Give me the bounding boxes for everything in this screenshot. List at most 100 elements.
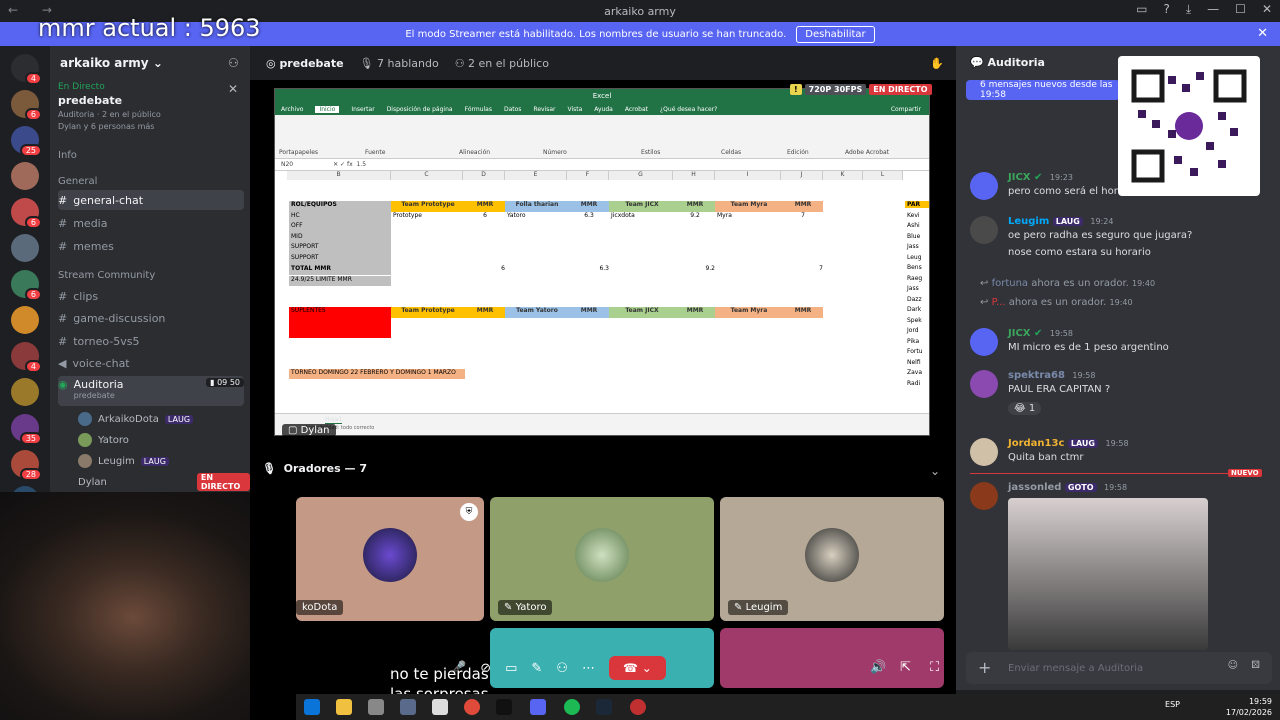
language-indicator[interactable]: ESP <box>1165 700 1180 709</box>
close-banner-icon[interactable]: ✕ <box>1257 26 1268 41</box>
speaker-tile[interactable] <box>720 628 944 688</box>
member-arkaikodota[interactable]: ArkaikoDota LAUG <box>78 410 194 428</box>
steam-icon[interactable] <box>596 699 612 715</box>
member-yatoro[interactable]: Yatoro <box>78 431 129 449</box>
app-icon[interactable] <box>400 699 416 715</box>
server-icon[interactable] <box>11 162 39 190</box>
channel-game-discussion[interactable]: # game-discussion <box>58 308 244 328</box>
cell: MMR <box>781 201 823 212</box>
cell: TORNEO DOMINGO 22 FEBRERO Y DOMINGO 1 MA… <box>289 369 465 379</box>
category-general[interactable]: General <box>58 176 97 187</box>
activity-icon[interactable]: ⚇ <box>556 661 568 676</box>
cell: PAR <box>905 201 929 208</box>
app-icon[interactable] <box>368 699 384 715</box>
speaker-tile[interactable]: ✎ Leugim <box>720 497 944 621</box>
popout-icon[interactable]: ⇱ <box>900 660 911 675</box>
edge-icon[interactable] <box>304 699 320 715</box>
speakers-header[interactable]: 🎙 Oradores — 7 <box>262 462 367 475</box>
category-info[interactable]: Info <box>58 150 77 161</box>
category-stream[interactable]: Stream Community <box>58 270 155 281</box>
screen-share-icon[interactable]: ▭ <box>505 661 517 676</box>
speaker-tile[interactable]: ⛨ koDota <box>296 497 484 621</box>
channel-memes[interactable]: # memes <box>58 236 244 256</box>
voice-status: En Directo <box>58 82 105 92</box>
inbox-icon[interactable]: ▭ <box>1136 2 1147 17</box>
windows-taskbar: ESP 19:59 17/02/2026 <box>296 694 1280 720</box>
cell: Yatoro <box>507 212 526 219</box>
server-icon[interactable] <box>11 378 39 406</box>
cell: Myra <box>717 212 732 219</box>
member-leugim[interactable]: Leugim LAUG <box>78 452 169 470</box>
voice-channel-name[interactable]: predebate <box>58 94 244 107</box>
server-icon[interactable]: 6 <box>11 90 42 121</box>
col-header: E <box>505 171 567 180</box>
obs-icon[interactable] <box>630 699 646 715</box>
speaker-name: koDota <box>296 600 344 615</box>
server-icon[interactable] <box>11 234 39 262</box>
speaker-tile[interactable]: ✎ Yatoro <box>490 497 714 621</box>
cell: ROL/EQUIPOS <box>289 201 391 212</box>
app-icon[interactable] <box>432 699 448 715</box>
new-messages-bar[interactable]: 6 mensajes nuevos desde las 19:58 <box>966 80 1120 100</box>
add-attachment-icon[interactable]: + <box>978 658 991 677</box>
help-icon[interactable]: ? <box>1163 2 1169 17</box>
cell: Nelfi <box>907 358 921 366</box>
spotify-icon[interactable] <box>564 699 580 715</box>
server-name[interactable]: arkaiko army ⌄ <box>60 56 163 70</box>
chat-input[interactable]: + Enviar mensaje a Auditoria ☺ ⚄ <box>966 652 1272 684</box>
cell: TOTAL MMR <box>291 265 331 272</box>
minimize-button[interactable]: — <box>1207 2 1219 17</box>
server-icon[interactable]: 28 <box>11 450 42 481</box>
download-icon[interactable]: ⤓ <box>1186 2 1191 17</box>
folder-icon[interactable] <box>336 699 352 715</box>
raise-hand-icon[interactable]: ✋ <box>930 57 944 70</box>
excel-status: Accesibilidad: todo correcto <box>275 425 929 435</box>
clock[interactable]: 19:59 17/02/2026 <box>1226 696 1272 718</box>
maximize-button[interactable]: ☐ <box>1235 2 1246 17</box>
chrome-icon[interactable] <box>464 699 480 715</box>
close-icon[interactable]: ✕ <box>228 82 238 96</box>
leave-call-button[interactable]: ☎ ⌄ <box>608 656 666 680</box>
deafen-icon[interactable]: ✎ <box>531 661 542 676</box>
voice-status-panel: En Directo predebate Auditoria · 2 en el… <box>58 82 244 131</box>
hash-icon: # <box>58 289 68 303</box>
server-icon[interactable]: 35 <box>11 414 42 445</box>
disable-streamer-button[interactable]: Deshabilitar <box>796 25 875 43</box>
message-video[interactable] <box>1008 498 1208 650</box>
volume-icon[interactable]: 🔊 <box>870 660 886 675</box>
tiktok-icon[interactable] <box>496 699 512 715</box>
channel-general-chat[interactable]: # general-chat <box>58 190 244 210</box>
cell: 7 <box>819 265 823 272</box>
member-dylan[interactable]: Dylan EN DIRECTO <box>78 473 250 491</box>
discord-icon[interactable] <box>530 699 546 715</box>
banner-text: El modo Streamer está habilitado. Los no… <box>405 28 787 40</box>
channel-voice-chat[interactable]: ◀ voice-chat <box>58 353 244 373</box>
col-header: F <box>567 171 609 180</box>
sheet-tabs: Hoja1 <box>275 413 929 425</box>
server-icon[interactable]: 6 <box>11 198 42 229</box>
server-icon[interactable] <box>11 306 39 334</box>
stream-video[interactable]: Excel Archivo Inicio Insertar Disposició… <box>274 88 930 436</box>
apps-icon[interactable]: ⚄ <box>1251 660 1260 671</box>
stage-channel-auditoria[interactable]: ◉ Auditoria predebate ▮ 09 50 <box>58 376 244 406</box>
cell: Spek <box>907 316 922 324</box>
emoji-icon[interactable]: ☺ <box>1228 660 1238 671</box>
fullscreen-icon[interactable]: ⛶ <box>930 660 939 675</box>
avatar <box>970 370 998 398</box>
channel-torneo[interactable]: # torneo-5vs5 <box>58 331 244 351</box>
server-icon[interactable]: 4 <box>11 54 42 85</box>
channel-clips[interactable]: # clips <box>58 286 244 306</box>
cell: Dazz <box>907 295 922 303</box>
server-icon[interactable]: 4 <box>11 342 42 373</box>
cell: 6.3 <box>584 212 594 219</box>
reaction[interactable]: 😂 1 <box>1008 402 1042 415</box>
channel-media[interactable]: # media <box>58 213 244 233</box>
close-window-button[interactable]: ✕ <box>1262 2 1272 17</box>
ribbon-group: Número <box>543 149 567 156</box>
server-icon[interactable]: 6 <box>11 270 42 301</box>
add-friend-icon[interactable]: ⚇ <box>228 56 239 70</box>
channel-sidebar: arkaiko army ⌄ ⚇ En Directo predebate Au… <box>50 46 250 492</box>
chevron-down-icon[interactable]: ⌄ <box>930 464 940 478</box>
more-icon[interactable]: ⋯ <box>582 661 595 676</box>
server-icon[interactable]: 25 <box>11 126 42 157</box>
